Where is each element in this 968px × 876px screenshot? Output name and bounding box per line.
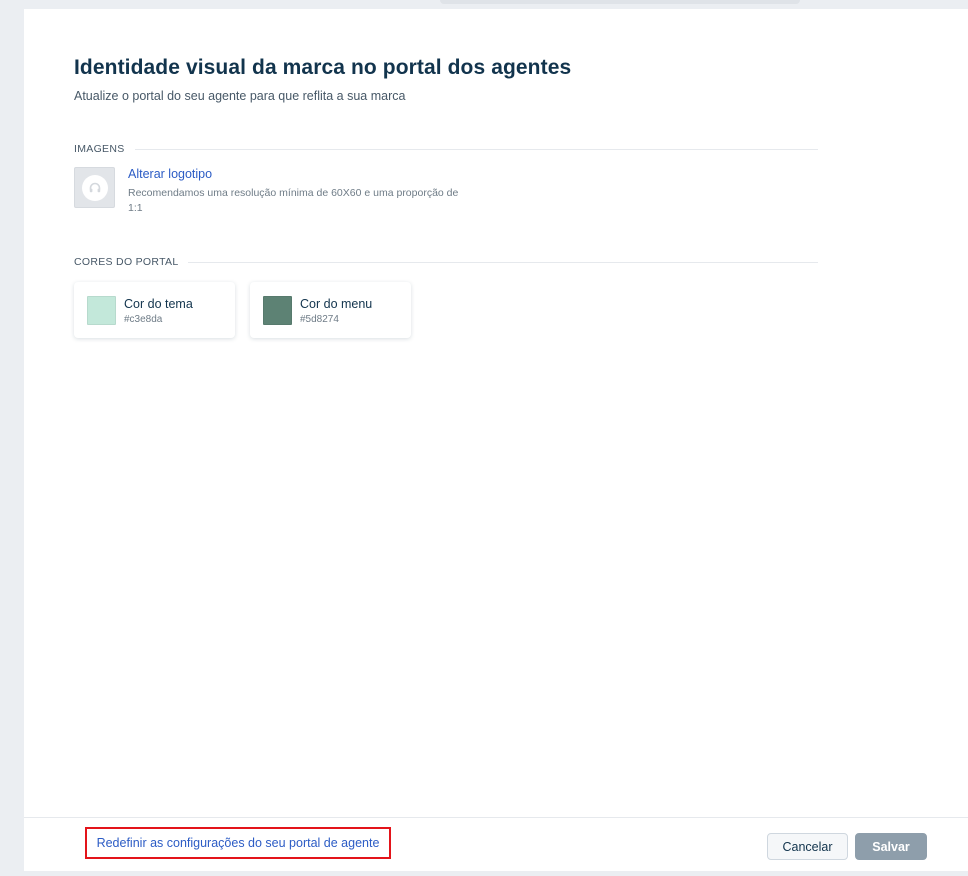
colors-section-header: CORES DO PORTAL (74, 256, 818, 268)
reset-portal-settings-link[interactable]: Redefinir as configurações do seu portal… (85, 827, 391, 859)
logo-preview[interactable] (74, 167, 115, 208)
menu-color-text: Cor do menu #5d8274 (300, 296, 372, 325)
theme-color-text: Cor do tema #c3e8da (124, 296, 193, 325)
menu-color-card[interactable]: Cor do menu #5d8274 (250, 282, 411, 338)
background-overlay-edge (440, 0, 800, 4)
logo-info: Alterar logotipo Recomendamos uma resolu… (128, 167, 473, 216)
theme-color-hex: #c3e8da (124, 313, 163, 325)
change-logo-link[interactable]: Alterar logotipo (128, 167, 473, 181)
cancel-button[interactable]: Cancelar (767, 833, 848, 860)
images-section-header: IMAGENS (74, 143, 818, 155)
footer-bar: Redefinir as configurações do seu portal… (24, 817, 968, 872)
branding-settings-panel: Identidade visual da marca no portal dos… (24, 9, 968, 871)
color-cards: Cor do tema #c3e8da Cor do menu #5d8274 (74, 282, 426, 338)
images-section-label: IMAGENS (74, 143, 125, 155)
save-button[interactable]: Salvar (855, 833, 927, 860)
logo-row: Alterar logotipo Recomendamos uma resolu… (74, 167, 473, 216)
menu-color-hex: #5d8274 (300, 313, 339, 325)
logo-hint: Recomendamos uma resolução mínima de 60X… (128, 187, 459, 214)
section-divider (188, 261, 818, 263)
headset-icon (81, 174, 108, 201)
menu-color-name: Cor do menu (300, 296, 373, 311)
colors-section-label: CORES DO PORTAL (74, 256, 179, 268)
page-title: Identidade visual da marca no portal dos… (74, 56, 572, 79)
menu-color-swatch[interactable] (263, 295, 292, 325)
section-divider (134, 148, 818, 150)
theme-color-swatch[interactable] (87, 295, 116, 325)
theme-color-name: Cor do tema (124, 296, 193, 311)
page-subtitle: Atualize o portal do seu agente para que… (74, 89, 406, 103)
theme-color-card[interactable]: Cor do tema #c3e8da (74, 282, 235, 338)
